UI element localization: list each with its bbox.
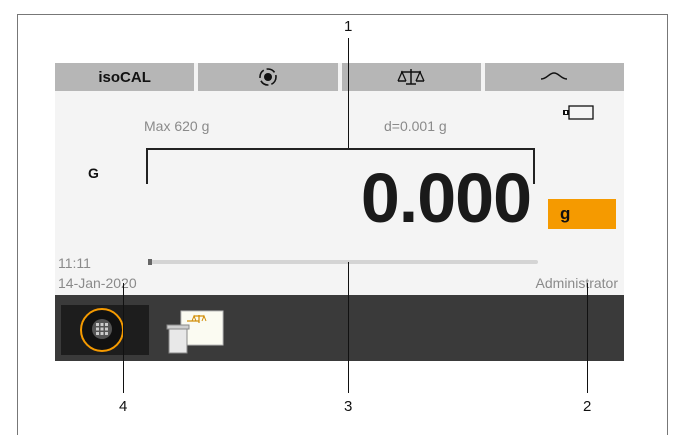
capacity-bar <box>148 260 538 264</box>
callout-line-3 <box>348 262 349 393</box>
callout-1: 1 <box>344 18 353 35</box>
tab-isocal[interactable]: isoCAL <box>55 63 195 91</box>
menu-button[interactable] <box>61 305 149 355</box>
balance-scale-icon <box>396 67 426 87</box>
readability: d=0.001 g <box>384 118 447 134</box>
callout-3: 3 <box>344 398 353 415</box>
weighing-app-icon[interactable] <box>165 307 225 355</box>
wave-signal-icon <box>539 70 569 84</box>
time-display: 11:11 <box>58 255 91 271</box>
level-target-icon <box>257 66 279 88</box>
app-grid-icon <box>92 319 112 339</box>
callout-4: 4 <box>119 398 128 415</box>
callout-2: 2 <box>583 398 592 415</box>
top-tabs: isoCAL <box>55 63 624 91</box>
balance-screen: isoCAL Max 620 g d=0.001 g G 0.000 g 11:… <box>55 63 624 361</box>
tab-isocal-label: isoCAL <box>98 68 151 86</box>
max-capacity: Max 620 g <box>144 118 210 134</box>
weighing-mode-label: G <box>88 165 99 181</box>
callout-line-1 <box>348 38 349 148</box>
bottom-bar <box>55 295 624 361</box>
unit-button[interactable]: g <box>548 199 616 229</box>
tab-weighing[interactable] <box>341 63 481 91</box>
capacity-bar-indicator <box>148 259 152 265</box>
date-display: 14-Jan-2020 <box>58 275 137 291</box>
tab-signal[interactable] <box>484 63 624 91</box>
battery-icon <box>559 105 595 121</box>
user-display: Administrator <box>535 275 618 291</box>
callout-line-2 <box>587 283 588 393</box>
weight-reading: 0.000 <box>360 159 532 237</box>
tab-level[interactable] <box>198 63 338 91</box>
callout-line-4 <box>123 283 124 393</box>
